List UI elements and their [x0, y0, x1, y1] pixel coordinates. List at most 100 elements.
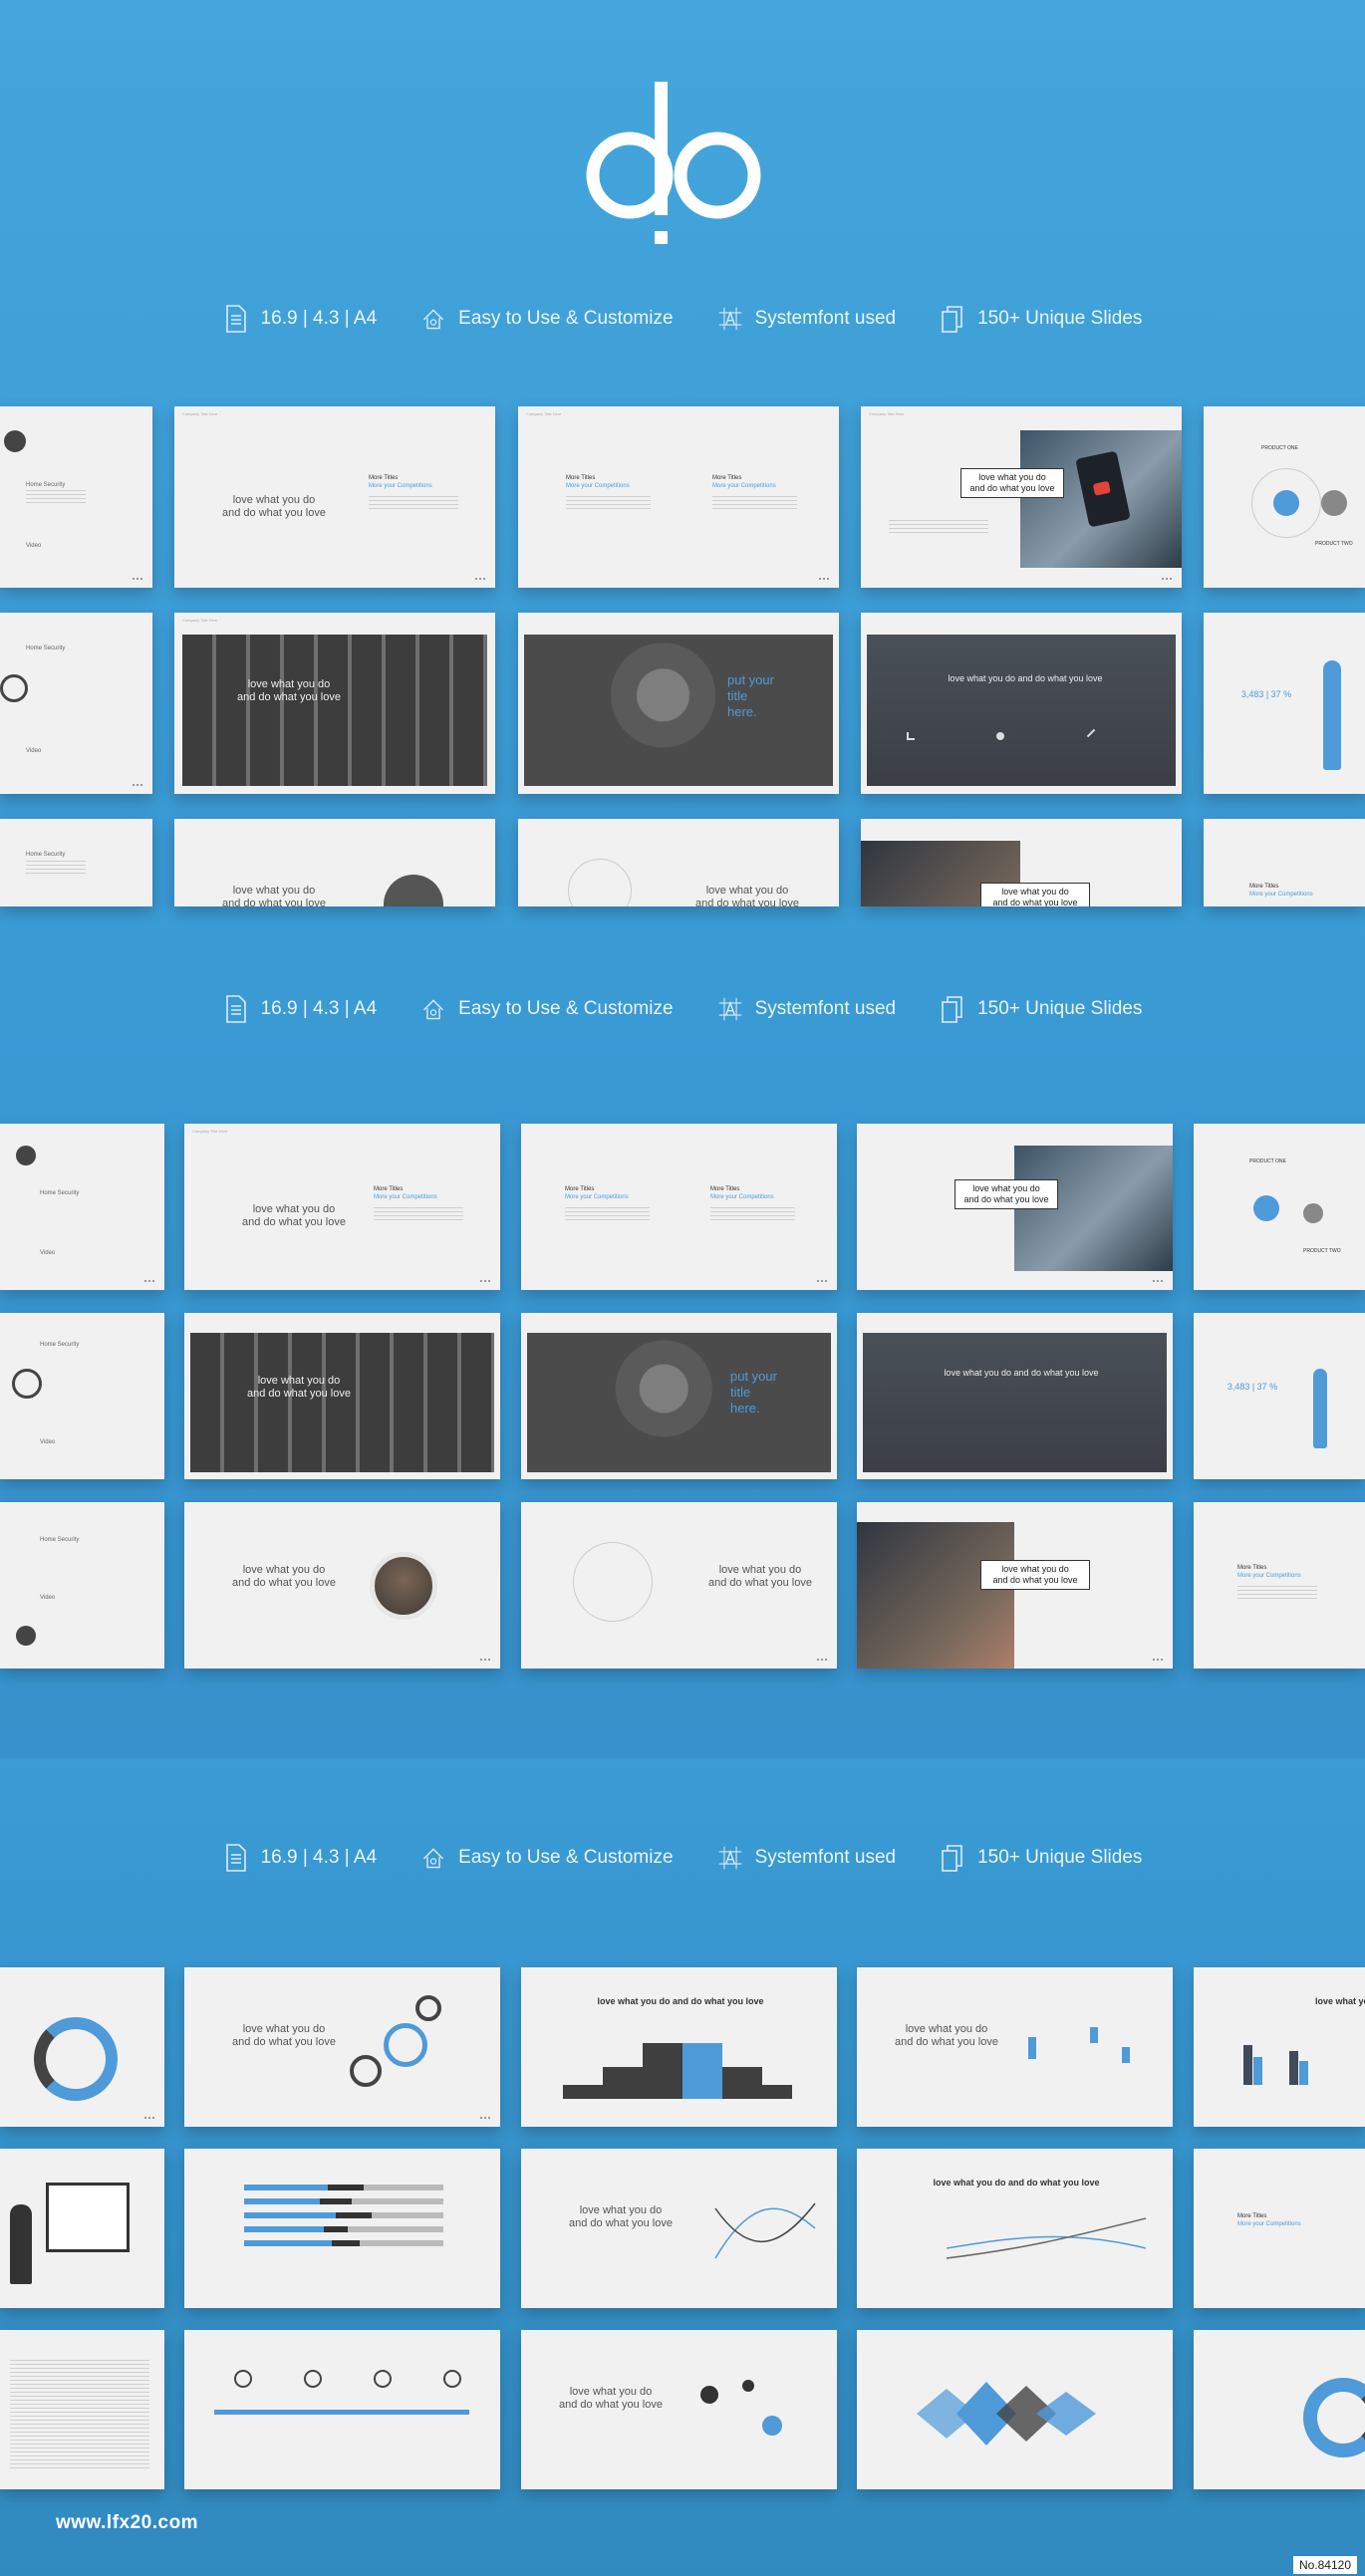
document-icon	[225, 995, 246, 1023]
boxed-headline: love what you do and do what you love	[960, 468, 1064, 498]
pager	[819, 578, 829, 580]
column-sub: More your Competitions	[712, 483, 776, 489]
pie-chart	[1303, 2378, 1365, 2457]
slide-header: Company Title Here	[182, 411, 218, 416]
font-grid-icon	[718, 997, 741, 1021]
slide-headline: love what you do and do what you love	[242, 1203, 346, 1228]
slide-headline: love what you do and do what you love	[559, 2386, 663, 2411]
slide-phone-photo: Company Title Here love what you do and d…	[861, 406, 1182, 588]
stat-value: 3,483 | 37 %	[1227, 1382, 1278, 1392]
home-icon	[16, 1146, 36, 1165]
slide-menu-partial: Home Security	[0, 819, 152, 906]
slide-subtitle-blue: More your Competitions	[369, 483, 432, 489]
slide-pie	[1194, 2330, 1365, 2489]
pager	[480, 1280, 490, 1282]
document-icon	[225, 1844, 246, 1872]
feature-row-bottom: 16.9 | 4.3 | A4 Easy to Use & Customize …	[0, 1843, 1365, 1873]
bar	[722, 2067, 762, 2099]
hat-photo	[527, 1333, 831, 1472]
slide-menu-ring: Home Security Video	[0, 613, 152, 794]
column-sub: More your Competitions	[565, 1194, 629, 1200]
stat-value: 3,483 | 37 %	[1240, 689, 1292, 699]
progress-row	[244, 2240, 443, 2246]
bar	[762, 2085, 792, 2099]
slide-love-text: Company Title Here love what you do and d…	[174, 406, 495, 588]
feature-slides: 150+ Unique Slides	[940, 304, 1142, 334]
product-circle-grey	[1303, 1203, 1323, 1223]
avatar	[370, 1552, 437, 1620]
gear-circle-blue	[384, 2023, 427, 2067]
slide-figure-stat: 3,483 | 37 %	[1194, 1313, 1365, 1479]
slides-stack-icon	[942, 1845, 962, 1872]
feature-easy: Easy to Use & Customize	[420, 304, 674, 334]
timeline-node	[374, 2370, 392, 2388]
text-block	[889, 520, 988, 536]
column-title: More Titles	[1249, 884, 1279, 890]
bar	[1253, 2057, 1262, 2085]
menu-item: Home Security	[40, 1342, 80, 1348]
photo-headline: love what you do and do what you love	[237, 678, 341, 703]
dark-photo	[863, 1333, 1167, 1472]
timeline-node	[234, 2370, 252, 2388]
menu-item: Video	[40, 1439, 56, 1445]
slide-grouped-bars: love what you do and do what you love	[1194, 1967, 1365, 2127]
feature-slides: 150+ Unique Slides	[940, 994, 1142, 1024]
boxed-headline: love what you do and do what you love	[955, 1179, 1058, 1209]
pie-icon	[996, 732, 1004, 740]
slide-menu: Home Security Video	[0, 1124, 164, 1290]
slide-love-avatar-partial: love what you do and do what you love	[174, 819, 495, 906]
home-icon	[16, 1626, 36, 1646]
timeline-bar	[214, 2410, 469, 2415]
column-sub: More your Competitions	[710, 1194, 774, 1200]
gear-circle-small	[415, 1995, 441, 2021]
put-title: put your title here.	[727, 672, 774, 719]
slide-two-columns: More Titles More your Competitions More …	[521, 1124, 837, 1290]
pager	[133, 578, 142, 580]
bar-highlight	[682, 2043, 722, 2099]
document-icon	[225, 305, 246, 333]
candle	[1028, 2037, 1036, 2059]
column-sub: More your Competitions	[1237, 2221, 1301, 2227]
feature-easy: Easy to Use & Customize	[420, 1843, 674, 1873]
candle	[1090, 2027, 1098, 2043]
slides-stack-icon	[942, 306, 962, 333]
line-chart	[947, 2217, 1146, 2259]
board	[46, 2183, 130, 2252]
bar	[643, 2043, 682, 2099]
bar	[603, 2067, 643, 2099]
column-sub: More your Competitions	[1249, 892, 1313, 898]
feature-easy: Easy to Use & Customize	[420, 994, 674, 1024]
product-circle-grey	[1321, 490, 1347, 516]
slide-headline: love what you do and do what you love	[895, 2023, 998, 2048]
window-photo	[182, 635, 487, 786]
slide-table	[0, 2330, 164, 2489]
do-logo	[586, 82, 761, 244]
pager	[817, 1280, 827, 1282]
slide-products: PRODUCT ONE PRODUCT TWO	[1194, 1124, 1365, 1290]
text-block	[26, 861, 86, 877]
pager	[480, 2117, 490, 2119]
slide-hat-photo: put your title here.	[518, 613, 839, 794]
chart-ring	[573, 1542, 653, 1622]
menu-item: Video	[26, 748, 42, 754]
house-tools-icon	[423, 1848, 444, 1869]
font-grid-icon	[718, 1846, 741, 1870]
progress-row	[244, 2212, 443, 2218]
chart-icon	[907, 732, 915, 740]
product-one-label: PRODUCT ONE	[1249, 1159, 1286, 1164]
slide-menu: Home Security Video	[0, 1502, 164, 1669]
pager	[133, 784, 142, 786]
slide-headline: love what you do and do what you love	[232, 2023, 336, 2048]
gear-circle-dark	[350, 2055, 382, 2087]
slide-progress	[184, 2149, 500, 2308]
feature-formats: 16.9 | 4.3 | A4	[223, 304, 377, 334]
slide-window-photo: love what you do and do what you love	[184, 1313, 500, 1479]
slide-headline: love what you do and do what you love	[695, 885, 799, 906]
curve-chart	[714, 2202, 816, 2259]
slide-dark-icons: love what you do and do what you love	[861, 613, 1182, 794]
text-block	[710, 1207, 795, 1223]
timeline-node	[304, 2370, 322, 2388]
menu-item: Video	[40, 1595, 56, 1601]
pager	[475, 578, 485, 580]
slide-camera: love what you do and do what you love	[857, 1502, 1173, 1669]
